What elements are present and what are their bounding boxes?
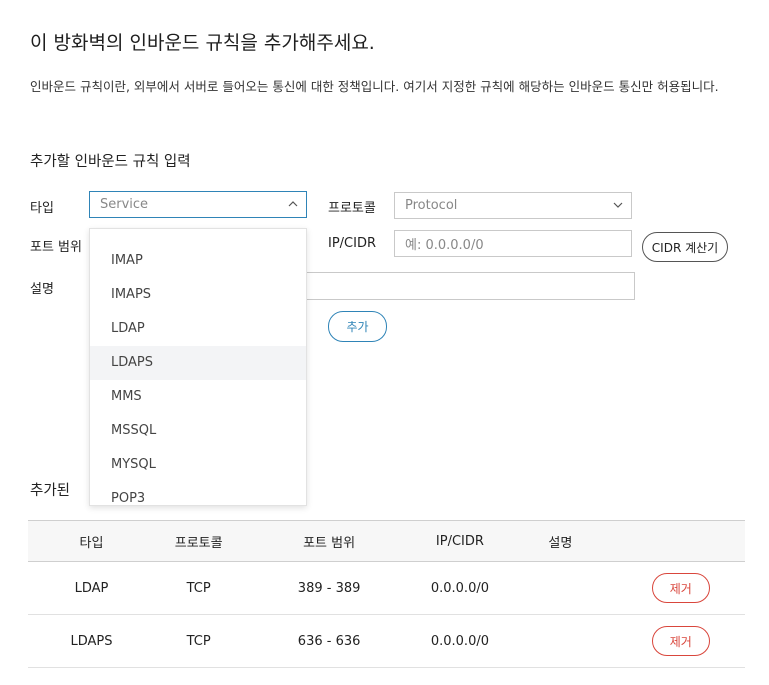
added-rules-table-wrap: 타입 프로토콜 포트 범위 IP/CIDR 설명 LDAP TCP 389 - …: [28, 520, 745, 668]
add-button-label: 추가: [346, 320, 369, 334]
cell-protocol: TCP: [186, 580, 211, 596]
dropdown-option[interactable]: MYSQL: [90, 448, 306, 482]
page-title: 이 방화벽의 인바운드 규칙을 추가해주세요.: [30, 32, 375, 54]
table-row: LDAP TCP 389 - 389 0.0.0.0/0 제거: [28, 562, 745, 615]
cidr-calculator-label: CIDR 계산기: [651, 240, 719, 255]
cell-desc: [504, 615, 617, 668]
cell-type: LDAP: [74, 580, 109, 596]
chevron-up-icon: [288, 200, 298, 208]
dropdown-option[interactable]: IMAP: [90, 244, 306, 278]
col-cidr: IP/CIDR: [435, 533, 484, 549]
dropdown-option-highlighted[interactable]: LDAPS: [90, 346, 306, 380]
table-row: LDAPS TCP 636 - 636 0.0.0.0/0 제거: [28, 615, 745, 668]
dropdown-option[interactable]: MMS: [90, 380, 306, 414]
page-description: 인바운드 규칙이란, 외부에서 서버로 들어오는 통신에 대한 정책입니다. 여…: [30, 79, 719, 94]
cell-type: LDAPS: [70, 633, 113, 649]
protocol-select-value: Protocol: [405, 198, 458, 213]
col-actions: [617, 521, 745, 562]
cell-cidr: 0.0.0.0/0: [430, 633, 489, 649]
added-section-title: 추가된: [30, 483, 71, 499]
cell-port: 389 - 389: [297, 580, 361, 596]
type-dropdown-list[interactable]: IMAP IMAPS LDAP LDAPS MMS MSSQL MYSQL PO…: [89, 228, 307, 506]
col-protocol: 프로토콜: [174, 535, 223, 551]
chevron-down-icon: [613, 201, 623, 209]
cell-cidr: 0.0.0.0/0: [430, 580, 489, 596]
ip-cidr-placeholder: 예: 0.0.0.0/0: [405, 238, 484, 253]
dropdown-option[interactable]: POP3: [90, 482, 306, 505]
protocol-select[interactable]: Protocol: [394, 192, 632, 219]
add-button[interactable]: 추가: [328, 311, 387, 342]
input-section-title: 추가할 인바운드 규칙 입력: [30, 154, 191, 170]
col-type: 타입: [79, 535, 104, 551]
col-port: 포트 범위: [303, 535, 356, 551]
dropdown-option[interactable]: IMAPS: [90, 278, 306, 312]
added-rules-table: 타입 프로토콜 포트 범위 IP/CIDR 설명 LDAP TCP 389 - …: [28, 520, 745, 668]
port-label: 포트 범위: [30, 240, 82, 255]
protocol-label: 프로토콜: [328, 201, 376, 216]
cell-actions: 제거: [617, 562, 745, 615]
type-label: 타입: [30, 201, 54, 216]
cell-protocol: TCP: [186, 633, 211, 649]
cell-desc: [504, 562, 617, 615]
ip-label: IP/CIDR: [328, 236, 377, 251]
table-header-row: 타입 프로토콜 포트 범위 IP/CIDR 설명: [28, 520, 745, 562]
remove-button[interactable]: 제거: [651, 573, 710, 603]
desc-label: 설명: [30, 282, 54, 297]
ip-cidr-input[interactable]: 예: 0.0.0.0/0: [394, 230, 632, 257]
remove-button[interactable]: 제거: [651, 626, 710, 656]
type-select-value: Service: [100, 197, 149, 212]
type-select[interactable]: Service: [89, 191, 307, 218]
dropdown-option[interactable]: MSSQL: [90, 414, 306, 448]
col-desc: 설명: [548, 535, 573, 551]
dropdown-option[interactable]: LDAP: [90, 312, 306, 346]
cidr-calculator-button[interactable]: CIDR 계산기: [642, 232, 728, 262]
cell-actions: 제거: [617, 615, 745, 668]
cell-port: 636 - 636: [297, 633, 361, 649]
